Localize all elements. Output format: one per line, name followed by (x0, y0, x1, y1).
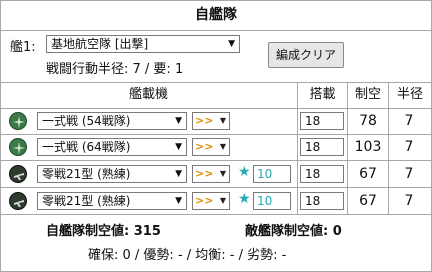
improvement-input[interactable]: 10 (253, 192, 291, 210)
header-air-power: 制空 (354, 87, 381, 102)
carrier-fighter-icon (9, 192, 27, 210)
fleet-select-value: 基地航空隊 [出撃] (51, 37, 149, 51)
equipment-name: 零戦21型 (熟練) (42, 167, 131, 181)
combat-radius-text: 戦闘行動半径: 7 / 要: 1 (46, 62, 184, 77)
chevron-down-icon: ▼ (219, 196, 226, 205)
army-fighter-icon (9, 138, 27, 156)
header-slot: 搭載 (309, 87, 336, 102)
proficiency-select[interactable]: >> ▼ (192, 192, 230, 210)
chevron-down-icon: ▼ (219, 116, 226, 125)
proficiency-select[interactable]: >> ▼ (192, 165, 230, 183)
equipment-name: 一式戦 (54戦隊) (42, 114, 131, 128)
chevron-down-icon: ▼ (219, 142, 226, 151)
equipment-row: 零戦21型 (熟練) ▼ >> ▼ ★ 10 18 67 7 (0, 188, 432, 214)
equipment-name: 零戦21型 (熟練) (42, 194, 131, 208)
chevron-down-icon: ▼ (219, 169, 226, 178)
slot-input[interactable]: 18 (300, 138, 344, 156)
air-power-value: 67 (359, 166, 377, 182)
header-equipment: 艦載機 (128, 87, 168, 102)
chevron-down-icon: ▼ (175, 193, 182, 209)
slot-input[interactable]: 18 (300, 112, 344, 130)
air-power-value: 78 (359, 113, 377, 129)
star-icon: ★ (238, 191, 251, 207)
proficiency-value: >> (195, 114, 214, 127)
fleet-select[interactable]: 基地航空隊 [出撃] ▼ (46, 35, 240, 53)
chevron-down-icon: ▼ (175, 166, 182, 182)
fleet-label: 艦1: (10, 40, 36, 55)
divider (0, 214, 432, 215)
proficiency-select[interactable]: >> ▼ (192, 112, 230, 130)
slot-input[interactable]: 18 (300, 192, 344, 210)
equipment-select[interactable]: 一式戦 (54戦隊) ▼ (37, 112, 187, 130)
carrier-fighter-icon (9, 165, 27, 183)
chevron-down-icon: ▼ (228, 39, 235, 49)
chevron-down-icon: ▼ (175, 113, 182, 129)
air-state-summary: 確保: 0 / 優勢: - / 均衡: - / 劣勢: - (88, 248, 287, 263)
equipment-row: 一式戦 (64戦隊) ▼ >> ▼ 18 103 7 (0, 134, 432, 160)
header-radius: 半径 (396, 87, 423, 102)
air-power-value: 67 (359, 193, 377, 209)
radius-value: 7 (404, 139, 414, 155)
own-air-power-total: 自艦隊制空値: 315 (46, 224, 161, 239)
improvement-input[interactable]: 10 (253, 165, 291, 183)
radius-value: 7 (404, 193, 414, 209)
equipment-select[interactable]: 零戦21型 (熟練) ▼ (37, 192, 187, 210)
enemy-air-power-total: 敵艦隊制空値: 0 (245, 224, 342, 239)
air-power-value: 103 (354, 139, 382, 155)
army-fighter-icon (9, 112, 27, 130)
radius-value: 7 (404, 113, 414, 129)
proficiency-select[interactable]: >> ▼ (192, 138, 230, 156)
clear-formation-button[interactable]: 編成クリア (268, 42, 344, 68)
equipment-select[interactable]: 一式戦 (64戦隊) ▼ (37, 138, 187, 156)
proficiency-value: >> (195, 167, 214, 180)
slot-input[interactable]: 18 (300, 165, 344, 183)
panel-title: 自艦隊 (195, 7, 237, 23)
equipment-name: 一式戦 (64戦隊) (42, 140, 131, 154)
divider (0, 30, 432, 31)
star-icon: ★ (238, 164, 251, 180)
proficiency-value: >> (195, 194, 214, 207)
proficiency-value: >> (195, 140, 214, 153)
equipment-row: 零戦21型 (熟練) ▼ >> ▼ ★ 10 18 67 7 (0, 161, 432, 187)
equipment-select[interactable]: 零戦21型 (熟練) ▼ (37, 165, 187, 183)
equipment-row: 一式戦 (54戦隊) ▼ >> ▼ 18 78 7 (0, 108, 432, 134)
chevron-down-icon: ▼ (175, 139, 182, 155)
radius-value: 7 (404, 166, 414, 182)
